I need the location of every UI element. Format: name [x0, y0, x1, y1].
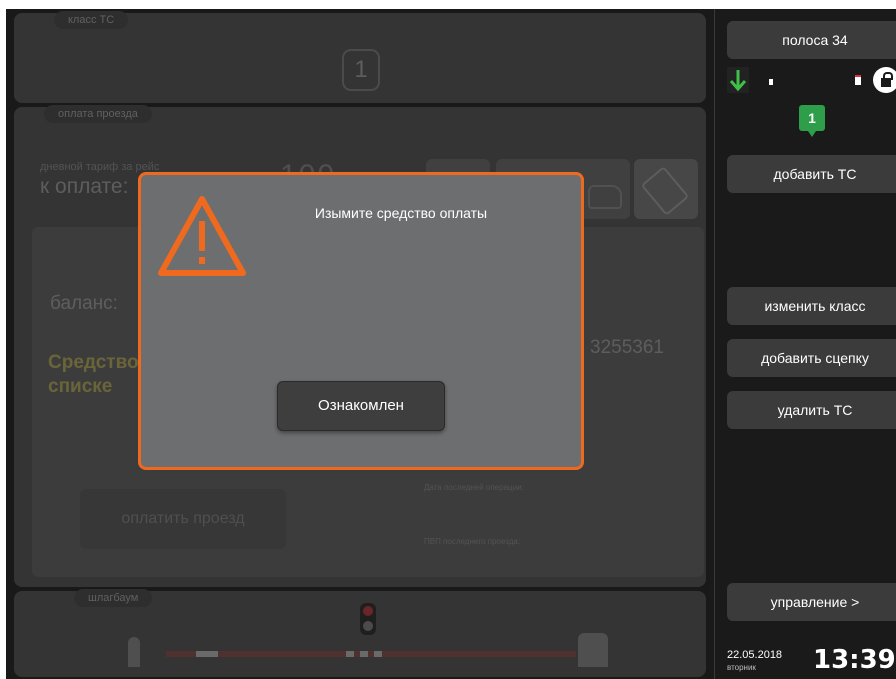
main-area: класс ТС 1 оплата проезда дневной тариф …: [6, 9, 710, 679]
alert-dialog: Изымите средство оплаты Ознакомлен: [138, 172, 584, 470]
lane-button[interactable]: полоса 34: [727, 21, 896, 59]
add-hitch-button[interactable]: добавить сцепку: [727, 339, 896, 377]
management-button[interactable]: управление >: [727, 583, 896, 621]
alert-message: Изымите средство оплаты: [314, 205, 488, 221]
small-lock-icon: [855, 75, 861, 85]
vehicle-count-badge: 1: [799, 105, 825, 137]
warning-icon: [158, 196, 246, 276]
clock: 13:39: [813, 645, 896, 675]
date: 22.05.2018: [727, 649, 783, 661]
acknowledge-button[interactable]: Ознакомлен: [277, 381, 445, 431]
sensor-indicator-icon: [769, 79, 773, 85]
add-vehicle-button[interactable]: добавить ТС: [727, 155, 896, 193]
toll-terminal-screen: класс ТС 1 оплата проезда дневной тариф …: [6, 9, 896, 679]
lane-open-arrow-icon: [727, 67, 749, 93]
change-class-button[interactable]: изменить класс: [727, 287, 896, 325]
delete-vehicle-button[interactable]: удалить ТС: [727, 391, 896, 429]
lock-icon[interactable]: [873, 67, 896, 93]
sidebar: полоса 34 1 добавить ТС изменить класс д…: [714, 9, 896, 679]
weekday: вторник: [727, 663, 756, 672]
